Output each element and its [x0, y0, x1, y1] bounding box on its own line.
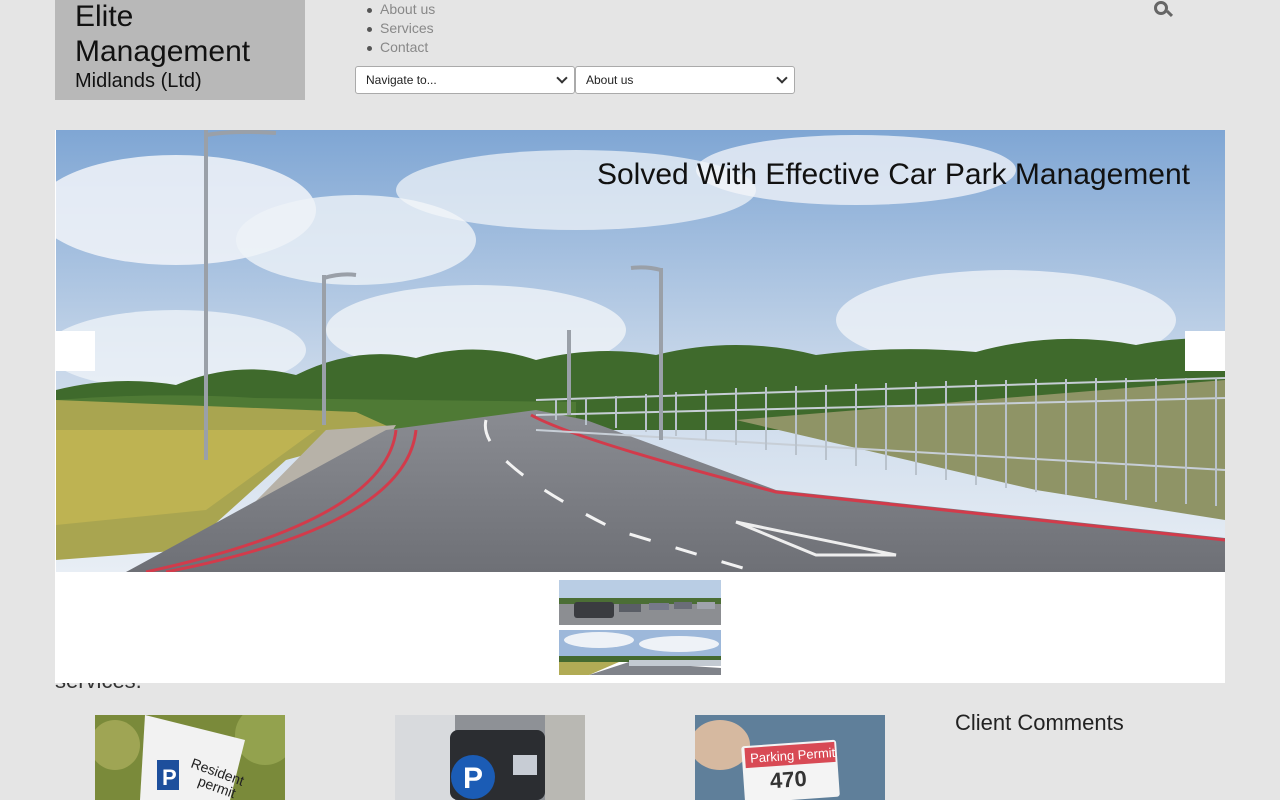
navigate-select-value: Navigate to...: [366, 73, 437, 87]
logo-line-1: Elite: [75, 0, 134, 33]
site-logo[interactable]: Elite Management Midlands (Ltd): [55, 0, 305, 100]
slider-thumbnail[interactable]: [559, 580, 721, 625]
main-nav: About us Services Contact: [362, 0, 435, 57]
navigate-select[interactable]: Navigate to...: [355, 66, 575, 94]
slider-prev-button[interactable]: [55, 331, 95, 371]
nav-item-about[interactable]: About us: [362, 0, 435, 19]
search-icon[interactable]: [1154, 1, 1174, 21]
service-image-parking-meter[interactable]: P: [395, 715, 585, 800]
slider-caption: Solved With Effective Car Park Managemen…: [596, 158, 1190, 191]
sign-p-letter: P: [162, 765, 177, 790]
chevron-down-icon: [556, 72, 568, 84]
nav-item-contact[interactable]: Contact: [362, 38, 435, 57]
nav-item-services[interactable]: Services: [362, 19, 435, 38]
chevron-down-icon: [776, 72, 788, 84]
section-select-value: About us: [586, 73, 634, 87]
meter-p-letter: P: [463, 762, 483, 795]
service-image-resident-permit[interactable]: P Resident permit: [95, 715, 285, 800]
slider-thumbnail[interactable]: [559, 630, 721, 675]
hero-image: Solved With Effective Car Park Managemen…: [56, 130, 1225, 572]
logo-line-2: Management: [75, 35, 251, 68]
permit-number: 470: [769, 766, 807, 794]
slider-next-button[interactable]: [1185, 331, 1225, 371]
client-comments-heading: Client Comments: [955, 710, 1124, 735]
service-image-parking-permit[interactable]: Parking Permit 470: [695, 715, 885, 800]
logo-line-3: Midlands (Ltd): [75, 70, 202, 92]
hero-slider: Solved With Effective Car Park Managemen…: [55, 130, 1225, 683]
section-select[interactable]: About us: [575, 66, 795, 94]
